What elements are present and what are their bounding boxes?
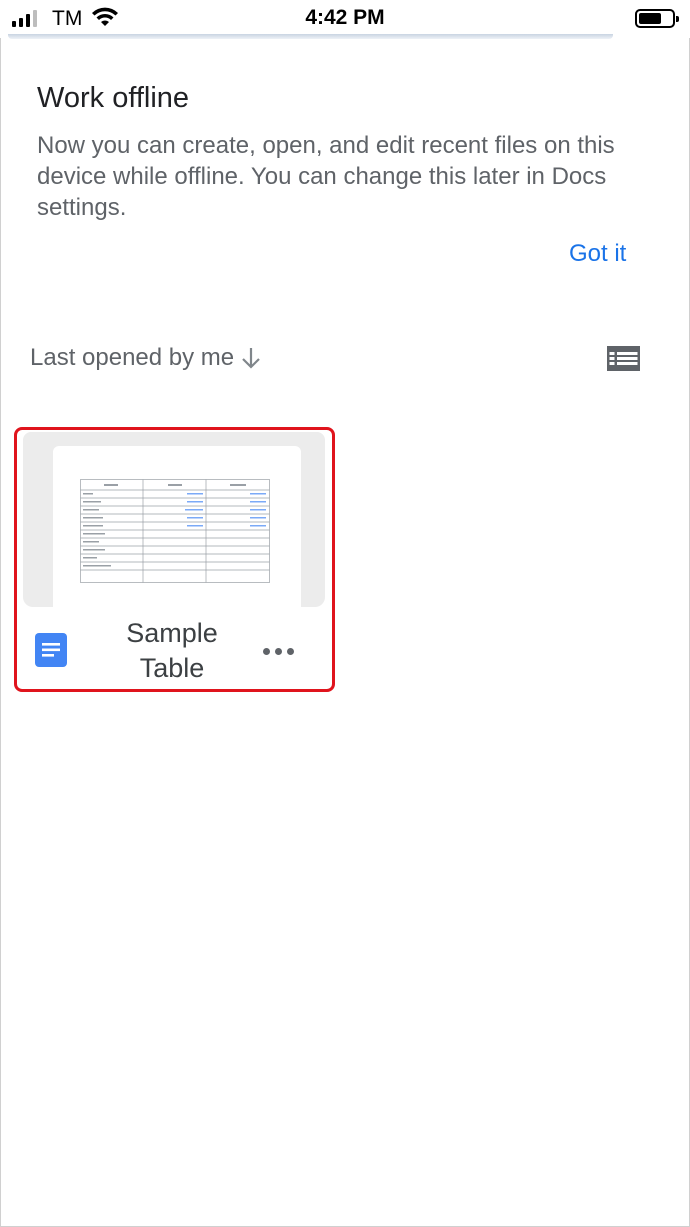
file-name[interactable]: Sample Table [107,616,237,686]
thumbnail-page [53,446,301,609]
battery-icon [635,9,679,28]
sort-label: Last opened by me [30,344,235,371]
arrow-down-icon [242,348,260,369]
got-it-button[interactable]: Got it [569,240,626,268]
thumbnail-table-preview [80,479,270,583]
offline-banner-description: Now you can create, open, and edit recen… [37,132,615,221]
google-docs-icon [35,633,67,667]
status-bar: TM 4:42 PM [0,0,690,38]
more-horizontal-icon[interactable] [263,644,297,658]
sort-button[interactable]: Last opened by me [30,344,262,372]
toolbar-shadow [8,34,613,39]
list-view-icon[interactable] [607,346,640,371]
file-thumbnail [23,432,325,609]
offline-banner-title: Work offline [37,82,190,114]
status-time: 4:42 PM [305,6,385,29]
file-card[interactable]: Sample Table [14,427,335,692]
